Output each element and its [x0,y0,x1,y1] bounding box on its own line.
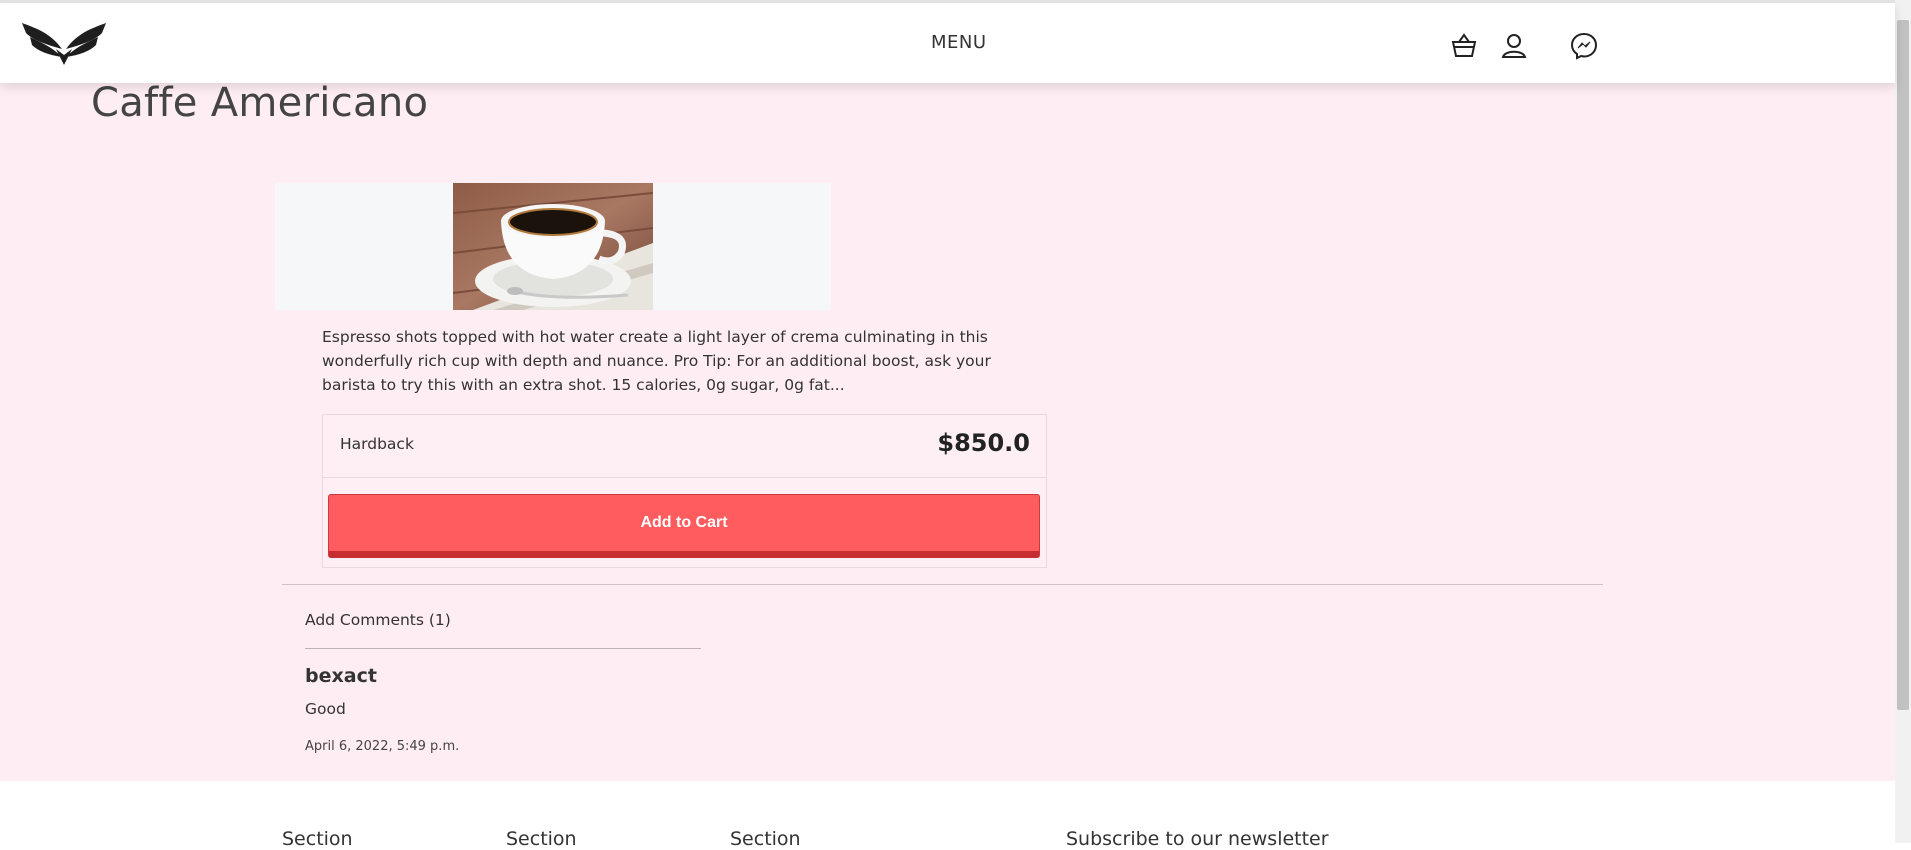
messenger-icon[interactable] [1569,31,1599,61]
comment-author: bexact [305,665,377,687]
comment-date: April 6, 2022, 5:49 p.m. [305,739,460,754]
add-to-cart-button[interactable]: Add to Cart [328,494,1040,558]
navbar: MENU [0,3,1895,83]
product-description: Espresso shots topped with hot water cre… [322,328,991,394]
footer-section-heading: Section [730,828,801,850]
menu-button[interactable]: MENU [931,32,987,53]
footer-section-heading: Section [282,828,353,850]
comments-divider [305,648,701,649]
divider [282,584,1603,585]
product-price: $850.0 [937,429,1030,457]
comment-text: Good [305,700,346,718]
purchase-card: Hardback $850.0 Add to Cart [322,414,1047,568]
price-row: Hardback $850.0 [323,415,1046,478]
user-icon[interactable] [1499,31,1529,61]
newsletter-title: Subscribe to our newsletter [1066,828,1329,850]
add-comments-toggle[interactable]: Add Comments (1) [305,611,451,629]
scrollbar-thumb[interactable] [1897,20,1909,710]
product-format: Hardback [340,435,414,453]
product-image-frame [275,183,831,310]
product-image [453,183,653,310]
brand-wings-logo[interactable] [20,19,108,67]
product-title: Caffe Americano [91,80,429,126]
page: MENU Caffe Americano Espresso shots topp… [0,0,1895,850]
footer-section-heading: Section [506,828,577,850]
basket-icon[interactable] [1449,31,1479,61]
